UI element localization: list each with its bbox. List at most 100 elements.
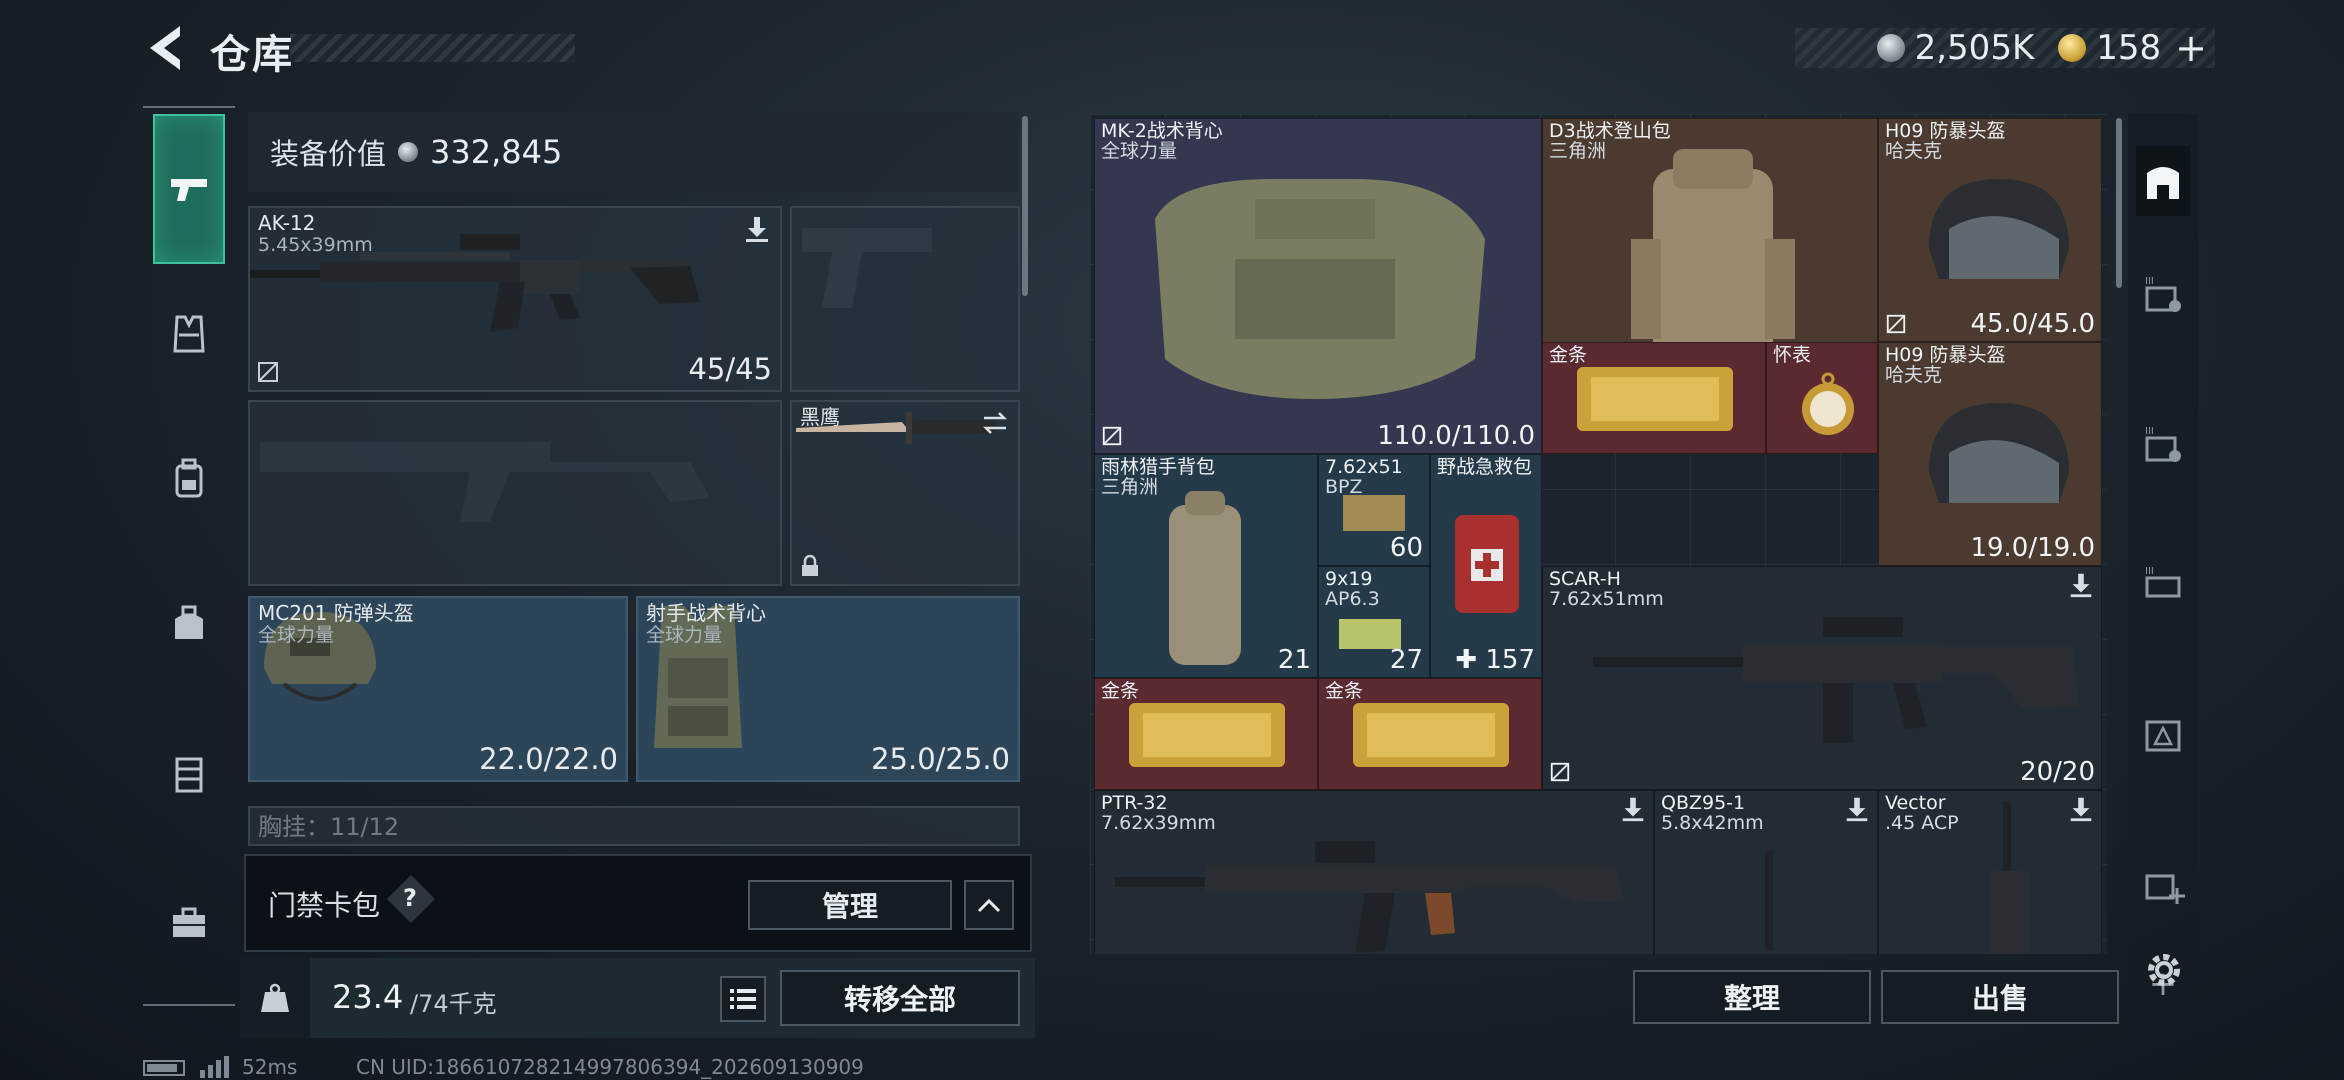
- stash-item-mk2-vest[interactable]: MK-2战术背心 全球力量 110.0/110.0: [1094, 118, 1542, 454]
- melee-slot[interactable]: 黑鹰: [790, 400, 1020, 586]
- stash-item-h09-helmet[interactable]: H09 防暴头盔 哈夫克 45.0/45.0: [1878, 118, 2102, 342]
- primary-weapon-ammo-count: 45/45: [688, 352, 772, 386]
- helmet-durability: 22.0/22.0: [479, 742, 618, 776]
- ptr-32-image: [1115, 841, 1625, 953]
- gold-bar-image: [1129, 703, 1285, 767]
- nav-case[interactable]: [153, 878, 225, 968]
- add-currency-button[interactable]: +: [2175, 29, 2207, 67]
- secondary-weapon-slot[interactable]: [248, 400, 782, 586]
- nav-weapons[interactable]: [153, 114, 225, 264]
- storage-warning-icon: [2145, 720, 2181, 752]
- download-icon[interactable]: [2067, 795, 2095, 823]
- storage-tab-3b[interactable]: III: [2136, 414, 2190, 474]
- nav-vest[interactable]: [153, 288, 225, 378]
- helmet-name: MC201 防弹头盔: [258, 601, 414, 625]
- storage-tab-3[interactable]: III: [2136, 264, 2190, 324]
- stash-item-gold-bar[interactable]: 金条: [1542, 342, 1766, 454]
- container-icon: [175, 757, 203, 793]
- item-faction: 三角洲: [1549, 140, 1607, 162]
- rifle-silhouette-icon: [260, 442, 710, 522]
- storage-tabs: III III III +: [2128, 114, 2198, 1034]
- stash-item-gold-bar[interactable]: 金条: [1318, 678, 1542, 790]
- stash-item-scar-h[interactable]: SCAR-H 7.62x51mm 20/20: [1542, 566, 2102, 790]
- page-title: 仓库: [210, 32, 294, 78]
- primary-weapon-slot[interactable]: AK-12 5.45x39mm 45/45: [248, 206, 782, 392]
- download-icon[interactable]: [1843, 795, 1871, 823]
- download-icon[interactable]: [2067, 571, 2095, 599]
- sidearm-slot[interactable]: [790, 206, 1020, 392]
- silver-coin-icon: [1876, 34, 1905, 62]
- vector-image: [1989, 801, 2029, 954]
- item-name: 野战急救包: [1437, 456, 1533, 478]
- no-insure-icon: [1886, 314, 1906, 334]
- pistol-icon: [171, 179, 207, 201]
- item-ammo: .45 ACP: [1885, 812, 1959, 834]
- item-ammo: 5.8x42mm: [1661, 812, 1764, 834]
- item-name: QBZ95-1: [1661, 792, 1746, 814]
- stash-item-h09-helmet[interactable]: H09 防暴头盔 哈夫克 19.0/19.0: [1878, 342, 2102, 566]
- first-aid-kit-image: [1455, 515, 1519, 613]
- download-icon[interactable]: [742, 214, 772, 244]
- sell-button[interactable]: 出售: [1881, 970, 2119, 1024]
- nav-bag[interactable]: [153, 578, 225, 668]
- qbz95-image: [1765, 851, 1773, 951]
- collapse-button[interactable]: [964, 880, 1014, 930]
- nav-backpack[interactable]: [153, 433, 225, 523]
- title-decoration: [290, 34, 575, 62]
- item-name: 9x19: [1325, 568, 1373, 590]
- keycard-label: 门禁卡包: [268, 889, 381, 922]
- storage-tab-warning[interactable]: [2136, 704, 2190, 764]
- armor-name: 射手战术背心: [646, 601, 766, 625]
- signal-icon: [200, 1056, 229, 1078]
- stash-item-pocket-watch[interactable]: 怀表: [1766, 342, 1878, 454]
- back-button[interactable]: [140, 20, 192, 76]
- nav-container[interactable]: [153, 728, 225, 818]
- chest-rig-label: 胸挂：11/12: [258, 813, 400, 841]
- sort-button[interactable]: 整理: [1633, 970, 1871, 1024]
- silver-coin-icon: [398, 142, 419, 162]
- weight-current: 23.4: [332, 978, 404, 1016]
- storage-add-icon: [2145, 874, 2185, 904]
- svg-text:III: III: [2145, 566, 2154, 577]
- item-durability: 45.0/45.0: [1970, 309, 2095, 339]
- no-insure-icon: [258, 362, 278, 382]
- item-count: 27: [1389, 645, 1423, 675]
- armor-slot[interactable]: 射手战术背心 全球力量 25.0/25.0: [636, 596, 1020, 782]
- top-bar: 仓库 2,505K 158 +: [0, 0, 2344, 100]
- storage-tab-3c[interactable]: III: [2136, 554, 2190, 614]
- stash-item-ammo-762[interactable]: 7.62x51 BPZ 60: [1318, 454, 1430, 566]
- helmet-slot[interactable]: MC201 防弹头盔 全球力量 22.0/22.0: [248, 596, 628, 782]
- ak12-image: [250, 234, 700, 332]
- storage-tab-add[interactable]: [2136, 854, 2190, 914]
- manage-button[interactable]: 管理: [748, 880, 952, 930]
- lock-icon: [802, 554, 818, 576]
- storage-3-icon: III: [2145, 276, 2181, 312]
- swap-icon[interactable]: [980, 408, 1010, 438]
- storage-tab-main[interactable]: [2136, 146, 2190, 216]
- settings-button[interactable]: [2140, 946, 2188, 994]
- stash-item-ptr-32[interactable]: PTR-32 7.62x39mm: [1094, 790, 1654, 954]
- stash-item-ammo-919[interactable]: 9x19 AP6.3 27: [1318, 566, 1430, 678]
- download-icon[interactable]: [1619, 795, 1647, 823]
- category-nav: [143, 106, 235, 1006]
- list-view-button[interactable]: [720, 976, 766, 1022]
- transfer-all-button[interactable]: 转移全部: [780, 970, 1020, 1026]
- stash-item-qbz95[interactable]: QBZ95-1 5.8x42mm: [1654, 790, 1878, 954]
- armor-durability: 25.0/25.0: [871, 742, 1010, 776]
- equipment-scrollbar[interactable]: [1022, 116, 1028, 296]
- stash-item-gold-bar[interactable]: 金条: [1094, 678, 1318, 790]
- pistol-silhouette-icon: [802, 228, 932, 308]
- backpack-icon: [175, 458, 203, 498]
- keycard-bar: 门禁卡包 ? 管理: [244, 854, 1032, 952]
- bag-icon: [175, 605, 203, 639]
- stash-scrollbar[interactable]: [2116, 118, 2122, 288]
- stash-item-rainforest-backpack[interactable]: 雨林猎手背包 三角洲 21: [1094, 454, 1318, 678]
- help-icon[interactable]: ?: [403, 884, 417, 912]
- item-capacity: 21: [1277, 645, 1311, 675]
- chest-rig-slot[interactable]: 胸挂：11/12: [248, 806, 1020, 846]
- stash-item-vector[interactable]: Vector .45 ACP: [1878, 790, 2102, 954]
- storage-3b-icon: III: [2145, 426, 2181, 462]
- tactical-vest-image: [1155, 179, 1485, 399]
- stash-item-first-aid[interactable]: 野战急救包 ✚ 157: [1430, 454, 1542, 678]
- storage-3c-icon: III: [2145, 566, 2181, 598]
